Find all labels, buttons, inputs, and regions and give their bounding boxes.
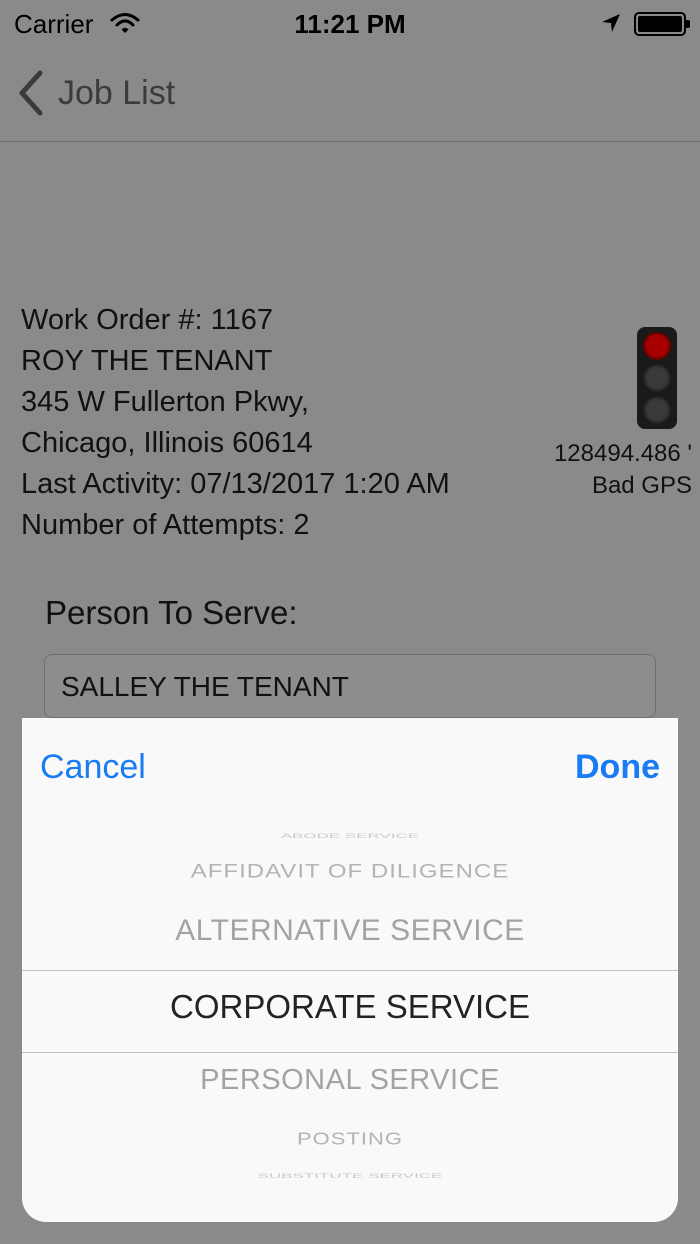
chevron-left-icon [19,70,43,116]
work-order-number: Work Order #: 1167 [21,304,273,336]
person-to-serve-label: Person To Serve: [45,594,298,631]
navigation-bar: Job List [0,48,700,142]
address-line-2: Chicago, Illinois 60614 [21,427,313,459]
picker-toolbar: Cancel Done [22,718,678,814]
service-type-picker-sheet: Cancel Done ABODE SERVICE AFFIDAVIT OF D… [22,718,678,1222]
green-light [643,396,671,424]
picker-option[interactable]: AFFIDAVIT OF DILIGENCE [22,861,678,883]
gps-distance: 128494.486 ' [553,440,692,467]
job-details: Work Order #: 1167 ROY THE TENANT 345 W … [21,300,541,546]
picker-option[interactable]: POSTING [22,1129,678,1149]
selection-indicator-bottom [22,1052,678,1053]
last-activity: Last Activity: 07/13/2017 1:20 AM [21,468,450,500]
red-light [643,332,671,360]
picker-option[interactable]: ALTERNATIVE SERVICE [22,914,678,948]
attempt-count: Number of Attempts: 2 [21,509,310,541]
gps-traffic-light-icon [637,327,677,429]
recipient-name: ROY THE TENANT [21,345,273,377]
location-arrow-icon [602,14,620,32]
done-button[interactable]: Done [575,748,660,787]
service-type-picker[interactable]: ABODE SERVICE AFFIDAVIT OF DILIGENCE ALT… [22,814,678,1222]
status-bar: Carrier 11:21 PM [0,0,700,48]
screen: Carrier 11:21 PM Job List Work Order #: … [0,0,700,1244]
picker-option[interactable]: ABODE SERVICE [22,833,678,840]
yellow-light [643,364,671,392]
address-line-1: 345 W Fullerton Pkwy, [21,386,309,418]
back-button[interactable]: Job List [16,68,175,118]
selection-indicator-top [22,970,678,971]
picker-option[interactable]: SUBSTITUTE SERVICE [22,1173,678,1180]
clock: 11:21 PM [294,9,406,39]
person-to-serve-field[interactable]: SALLEY THE TENANT [44,654,656,718]
back-button-label: Job List [58,73,176,112]
picker-option[interactable]: PERSONAL SERVICE [22,1064,678,1097]
gps-status: Bad GPS [591,472,692,499]
cancel-button[interactable]: Cancel [40,748,146,787]
picker-option-selected[interactable]: CORPORATE SERVICE [22,988,678,1026]
battery-icon [634,12,690,36]
